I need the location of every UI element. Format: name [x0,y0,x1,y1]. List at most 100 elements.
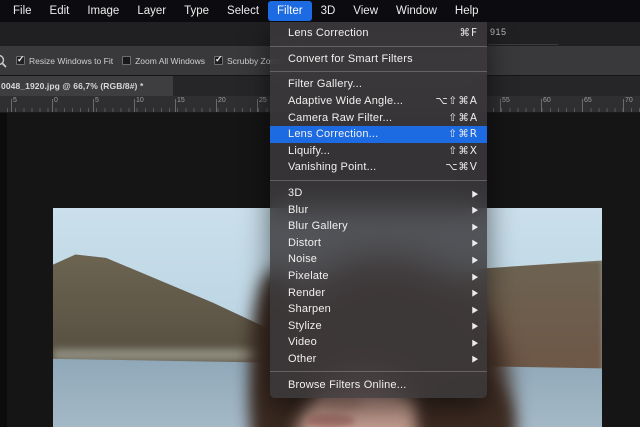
ruler-unit-label: 0 [54,97,58,104]
menu-item-label: Video [288,336,472,348]
menu-item-liquify[interactable]: Liquify...⇧⌘X [270,143,487,160]
ruler-unit-label: 55 [502,97,510,104]
checkbox-zoom-all-windows[interactable]: Zoom All Windows [122,56,205,66]
menu-item-label: Noise [288,253,472,265]
menu-item-label: Render [288,287,472,299]
submenu-arrow-icon: ▶ [472,204,478,215]
menu-item-shortcut: ⌥⌘V [445,161,478,173]
menu-item-distort[interactable]: Distort▶ [270,235,487,252]
menu-item-label: Pixelate [288,270,472,282]
checked-checkbox-icon[interactable] [16,56,25,65]
menu-item-sharpen[interactable]: Sharpen▶ [270,301,487,318]
ruler-unit-label: 5 [13,97,17,104]
menu-item-filter-gallery[interactable]: Filter Gallery... [270,76,487,93]
menu-item-label: Stylize [288,320,472,332]
menubar-item-edit[interactable]: Edit [41,1,79,21]
menubar-item-file[interactable]: File [4,1,41,21]
menu-item-shortcut: ⇧⌘X [449,145,479,157]
menubar-item-3d[interactable]: 3D [312,1,345,21]
menu-item-label: Convert for Smart Filters [288,53,478,65]
menu-item-shortcut: ⇧⌘R [448,128,478,140]
menu-item-label: Blur Gallery [288,220,472,232]
menu-item-vanishing-point[interactable]: Vanishing Point...⌥⌘V [270,159,487,176]
filter-dropdown-menu: Lens Correction⌘F Convert for Smart Filte… [270,22,487,398]
menu-item-label: Adaptive Wide Angle... [288,95,435,107]
menu-item-pixelate[interactable]: Pixelate▶ [270,268,487,285]
menubar-item-window[interactable]: Window [387,1,446,21]
menu-item-shortcut: ⌘F [459,27,478,39]
menubar-item-image[interactable]: Image [78,1,128,21]
ruler-unit-label: 70 [625,97,633,104]
menu-item-other[interactable]: Other▶ [270,351,487,368]
ruler-unit-label: 15 [177,97,185,104]
photoshop-window: 915 Resize Windows to Fit Zoom All Window… [0,0,640,427]
menu-item-label: Camera Raw Filter... [288,112,449,124]
ruler-unit-label: 25 [259,97,267,104]
document-tab[interactable]: 0048_1920.jpg @ 66,7% (RGB/8#) * [0,76,173,96]
ruler-unit-label: 20 [218,97,226,104]
checkbox-resize-windows-to-fit[interactable]: Resize Windows to Fit [16,56,113,66]
menu-item-lens-correction[interactable]: Lens Correction⌘F [270,25,487,42]
menu-item-adaptive-wide-angle[interactable]: Adaptive Wide Angle...⌥⇧⌘A [270,93,487,110]
document-tab-title: 0048_1920.jpg @ 66,7% (RGB/8#) * [1,81,143,91]
submenu-arrow-icon: ▶ [472,237,478,248]
menu-item-browse-filters-online[interactable]: Browse Filters Online... [270,376,487,393]
menubar-item-type[interactable]: Type [175,1,218,21]
toolbar-edge [0,113,7,427]
menu-item-stylize[interactable]: Stylize▶ [270,318,487,335]
partial-text: 915 [490,27,507,37]
menu-item-label: Distort [288,237,472,249]
submenu-arrow-icon: ▶ [472,254,478,265]
submenu-arrow-icon: ▶ [472,320,478,331]
menu-item-label: Other [288,353,472,365]
submenu-arrow-icon: ▶ [472,271,478,282]
menu-item-blur-gallery[interactable]: Blur Gallery▶ [270,218,487,235]
menu-separator [270,67,487,76]
menu-item-video[interactable]: Video▶ [270,334,487,351]
menu-separator [270,367,487,376]
menu-separator [270,42,487,51]
menu-item-label: Lens Correction... [288,128,448,140]
menu-item-label: Filter Gallery... [288,78,478,90]
menubar-item-help[interactable]: Help [446,1,488,21]
menu-item-label: Liquify... [288,145,449,157]
menu-item-convert-for-smart-filters[interactable]: Convert for Smart Filters [270,51,487,68]
ruler-unit-label: 10 [136,97,144,104]
menu-bar: FileEditImageLayerTypeSelectFilter3DView… [0,0,640,22]
checkbox-label: Zoom All Windows [135,56,205,66]
menubar-item-view[interactable]: View [344,1,387,21]
ruler-unit-label: 60 [543,97,551,104]
checkbox-label: Resize Windows to Fit [29,56,113,66]
ruler-unit-label: 65 [584,97,592,104]
menu-item-label: 3D [288,187,472,199]
menu-item-lens-correction[interactable]: Lens Correction...⇧⌘R [270,126,487,143]
menubar-item-select[interactable]: Select [218,1,268,21]
ruler-unit-label: 5 [95,97,99,104]
zoom-options: Resize Windows to FitZoom All WindowsScr… [16,56,291,66]
menu-item-camera-raw-filter[interactable]: Camera Raw Filter...⇧⌘A [270,109,487,126]
menubar-item-layer[interactable]: Layer [128,1,175,21]
menu-item-noise[interactable]: Noise▶ [270,251,487,268]
menu-item-render[interactable]: Render▶ [270,284,487,301]
unchecked-checkbox-icon[interactable] [122,56,131,65]
submenu-arrow-icon: ▶ [472,337,478,348]
menu-separator [270,176,487,185]
submenu-arrow-icon: ▶ [472,221,478,232]
menu-item-blur[interactable]: Blur▶ [270,201,487,218]
menu-item-shortcut: ⇧⌘A [449,112,478,124]
menu-item-label: Vanishing Point... [288,161,445,173]
checked-checkbox-icon[interactable] [214,56,223,65]
menu-item-label: Blur [288,204,472,216]
submenu-arrow-icon: ▶ [472,354,478,365]
menu-item-shortcut: ⌥⇧⌘A [435,95,478,107]
zoom-tool-icon [0,52,9,70]
submenu-arrow-icon: ▶ [472,188,478,199]
menu-item-label: Sharpen [288,303,472,315]
menubar-item-filter[interactable]: Filter [268,1,312,21]
menu-item-label: Browse Filters Online... [288,379,478,391]
menu-item-3d[interactable]: 3D▶ [270,185,487,202]
submenu-arrow-icon: ▶ [472,304,478,315]
submenu-arrow-icon: ▶ [472,287,478,298]
menu-item-label: Lens Correction [288,27,459,39]
photo-subject-lips [305,414,355,427]
